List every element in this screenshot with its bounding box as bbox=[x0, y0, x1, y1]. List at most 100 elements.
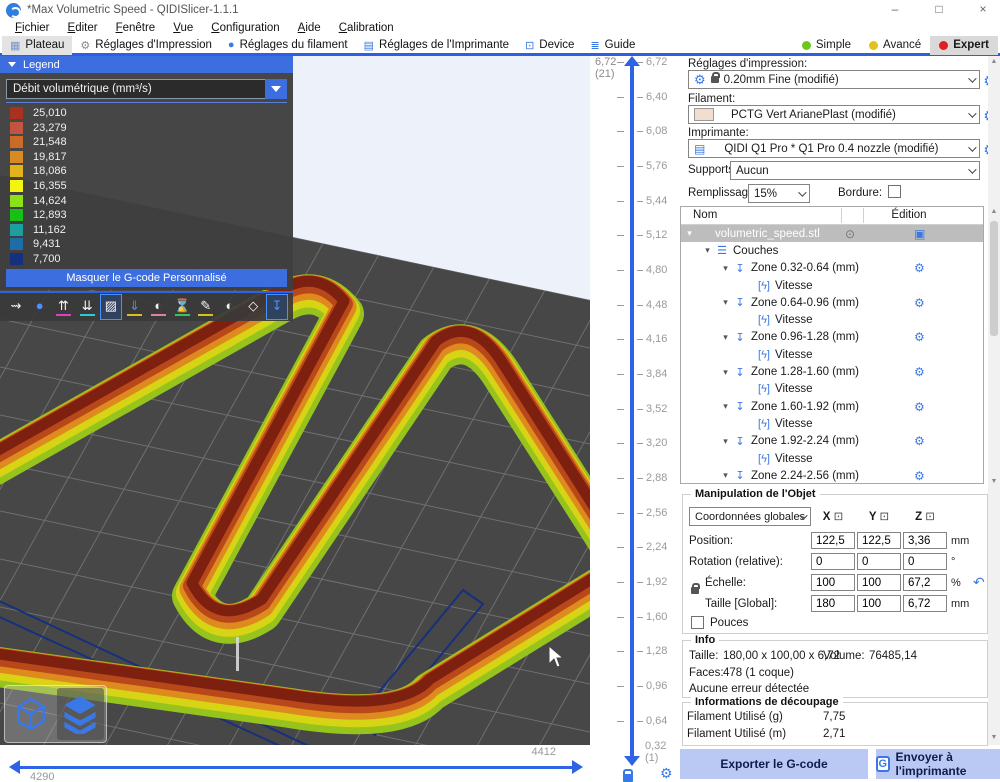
inches-checkbox[interactable] bbox=[691, 616, 704, 629]
gcode-toggle-icon[interactable]: ● bbox=[29, 294, 51, 320]
slider-lock-icon[interactable] bbox=[623, 768, 633, 782]
infill-select[interactable]: 15% bbox=[748, 184, 810, 203]
export-gcode-button[interactable]: Exporter le G-code bbox=[680, 749, 868, 779]
gcode-toggle-icon[interactable]: ◇ bbox=[242, 294, 264, 320]
scroll-down-icon[interactable]: ▼ bbox=[988, 478, 1000, 485]
expander-chevron-icon[interactable]: ▾ bbox=[701, 245, 714, 256]
position-x-field[interactable] bbox=[811, 532, 855, 549]
tab[interactable]: ▦ Plateau bbox=[2, 36, 72, 55]
slider-settings-gear-icon[interactable]: ⚙ bbox=[660, 765, 673, 782]
gcode-toggle-icon[interactable]: ↧ bbox=[266, 294, 288, 320]
gcode-toggle-icon[interactable]: ⇊ bbox=[76, 294, 98, 320]
mode-toggle[interactable]: Simple bbox=[793, 36, 860, 55]
filament-preset-select[interactable]: PCTG Vert ArianePlast (modifié) bbox=[688, 105, 980, 124]
tree-row[interactable]: ▾ ↧ Zone 2.24-2.56 (mm) ⚙ bbox=[681, 467, 983, 484]
tab[interactable]: ⚙ Réglages d'Impression bbox=[72, 36, 220, 55]
tree-row[interactable]: [ϟ] Vitesse bbox=[681, 277, 983, 294]
position-y-field[interactable] bbox=[857, 532, 901, 549]
expander-chevron-icon[interactable]: ▾ bbox=[719, 436, 732, 447]
layer-slider[interactable]: 6,72 (21) 6,72 6,40 6,08 bbox=[590, 56, 680, 782]
gcode-toggle-icon[interactable]: ⌛ bbox=[171, 294, 193, 320]
tree-row[interactable]: ▾ volumetric_speed.stl ⊙ ▣ bbox=[681, 225, 983, 242]
eye-icon[interactable]: ⊙ bbox=[845, 227, 855, 241]
gcode-toggle-icon[interactable]: ⇓ bbox=[124, 294, 146, 320]
moves-slider-track[interactable] bbox=[20, 766, 572, 769]
editor-view-button[interactable] bbox=[7, 688, 55, 740]
expander-chevron-icon[interactable]: ▾ bbox=[719, 470, 732, 481]
view-type-select[interactable]: Débit volumétrique (mm³/s) bbox=[6, 79, 287, 99]
view-type-dropdown-button[interactable] bbox=[265, 79, 287, 99]
expander-chevron-icon[interactable]: ▾ bbox=[719, 263, 732, 274]
tree-row[interactable]: [ϟ] Vitesse bbox=[681, 346, 983, 363]
expander-chevron-icon[interactable]: ▾ bbox=[719, 401, 732, 412]
tree-row[interactable]: ▾ ↧ Zone 1.92-2.24 (mm) ⚙ bbox=[681, 433, 983, 450]
legend-header[interactable]: Legend bbox=[0, 56, 293, 73]
hide-custom-gcode-button[interactable]: Masquer le G-code Personnalisé bbox=[6, 269, 287, 287]
preview-view-button[interactable] bbox=[57, 688, 105, 740]
slider-right-arrow[interactable] bbox=[572, 760, 583, 774]
expander-chevron-icon[interactable]: ▾ bbox=[719, 297, 732, 308]
scroll-down-icon[interactable]: ▼ bbox=[988, 734, 1000, 741]
coordinates-select[interactable]: Coordonnées globales bbox=[689, 507, 811, 526]
rotation-x-field[interactable] bbox=[811, 553, 855, 570]
maximize-button[interactable]: □ bbox=[930, 2, 948, 16]
tree-row[interactable]: [ϟ] Vitesse bbox=[681, 415, 983, 432]
row-settings-icon[interactable]: ⚙ bbox=[914, 400, 925, 414]
tree-row[interactable]: ▾ ☰ Couches bbox=[681, 242, 983, 259]
scale-y-field[interactable] bbox=[857, 574, 901, 591]
scroll-up-icon[interactable]: ▲ bbox=[988, 208, 1000, 215]
tree-row[interactable]: [ϟ] Vitesse bbox=[681, 381, 983, 398]
tree-row[interactable]: ▾ ↧ Zone 0.64-0.96 (mm) ⚙ bbox=[681, 294, 983, 311]
scrollbar-thumb[interactable] bbox=[990, 221, 998, 336]
tree-row[interactable]: [ϟ] Vitesse bbox=[681, 450, 983, 467]
tree-row[interactable]: ▾ ↧ Zone 1.60-1.92 (mm) ⚙ bbox=[681, 398, 983, 415]
tab[interactable]: ▤ Réglages de l'Imprimante bbox=[356, 36, 517, 55]
row-settings-icon[interactable]: ⚙ bbox=[914, 261, 925, 275]
size-y-field[interactable] bbox=[857, 595, 901, 612]
layer-slider-bottom-handle[interactable] bbox=[624, 756, 640, 766]
slider-left-arrow[interactable] bbox=[9, 760, 20, 774]
gcode-toggle-icon[interactable]: ◐ bbox=[147, 294, 169, 320]
tab[interactable]: ≣ Guide bbox=[582, 36, 643, 55]
row-settings-icon[interactable]: ⚙ bbox=[914, 365, 925, 379]
scale-z-field[interactable] bbox=[903, 574, 947, 591]
row-settings-icon[interactable]: ⚙ bbox=[914, 296, 925, 310]
moves-slider[interactable]: 4412 4290 bbox=[0, 745, 590, 782]
gcode-toggle-icon[interactable]: ✎ bbox=[195, 294, 217, 320]
row-settings-icon[interactable]: ⚙ bbox=[914, 434, 925, 448]
rotation-z-field[interactable] bbox=[903, 553, 947, 570]
brim-checkbox[interactable] bbox=[888, 185, 901, 198]
gcode-toggle-icon[interactable]: ⇝ bbox=[5, 294, 27, 320]
size-z-field[interactable] bbox=[903, 595, 947, 612]
send-to-printer-button[interactable]: G Envoyer à l'imprimante bbox=[876, 749, 1000, 779]
expander-chevron-icon[interactable]: ▾ bbox=[719, 332, 732, 343]
tree-row[interactable]: [ϟ] Vitesse bbox=[681, 311, 983, 328]
tab[interactable]: ● Réglages du filament bbox=[220, 36, 356, 55]
minimize-button[interactable]: – bbox=[886, 2, 904, 16]
scroll-up-icon[interactable]: ▲ bbox=[988, 58, 1000, 65]
print-preset-select[interactable]: ⚙ 0.20mm Fine (modifié) bbox=[688, 70, 980, 89]
undo-icon[interactable]: ↶ bbox=[973, 574, 985, 591]
supports-select[interactable]: Aucun bbox=[730, 161, 980, 180]
gcode-toggle-icon[interactable]: ▨ bbox=[100, 294, 122, 320]
expander-chevron-icon[interactable]: ▾ bbox=[683, 228, 696, 239]
mode-toggle[interactable]: Expert bbox=[930, 36, 998, 55]
gcode-toggle-icon[interactable]: ⇈ bbox=[52, 294, 74, 320]
mode-toggle[interactable]: Avancé bbox=[860, 36, 930, 55]
scale-x-field[interactable] bbox=[811, 574, 855, 591]
expander-chevron-icon[interactable]: ▾ bbox=[719, 367, 732, 378]
gcode-toggle-icon[interactable]: ◐ bbox=[218, 294, 240, 320]
row-settings-icon[interactable]: ▣ bbox=[914, 227, 925, 241]
printer-preset-select[interactable]: ▤ QIDI Q1 Pro * Q1 Pro 0.4 nozzle (modif… bbox=[688, 139, 980, 158]
position-z-field[interactable] bbox=[903, 532, 947, 549]
rotation-y-field[interactable] bbox=[857, 553, 901, 570]
tree-row[interactable]: ▾ ↧ Zone 0.32-0.64 (mm) ⚙ bbox=[681, 260, 983, 277]
size-x-field[interactable] bbox=[811, 595, 855, 612]
tab[interactable]: ⊡ Device bbox=[517, 36, 582, 55]
sidebar-scrollbar[interactable]: ▲ ▲ ▼ ▼ bbox=[988, 56, 1000, 745]
uniform-scale-lock-icon[interactable] bbox=[691, 587, 699, 594]
close-button[interactable]: × bbox=[974, 2, 992, 16]
tree-row[interactable]: ▾ ↧ Zone 1.28-1.60 (mm) ⚙ bbox=[681, 363, 983, 380]
row-settings-icon[interactable]: ⚙ bbox=[914, 469, 925, 483]
row-settings-icon[interactable]: ⚙ bbox=[914, 330, 925, 344]
